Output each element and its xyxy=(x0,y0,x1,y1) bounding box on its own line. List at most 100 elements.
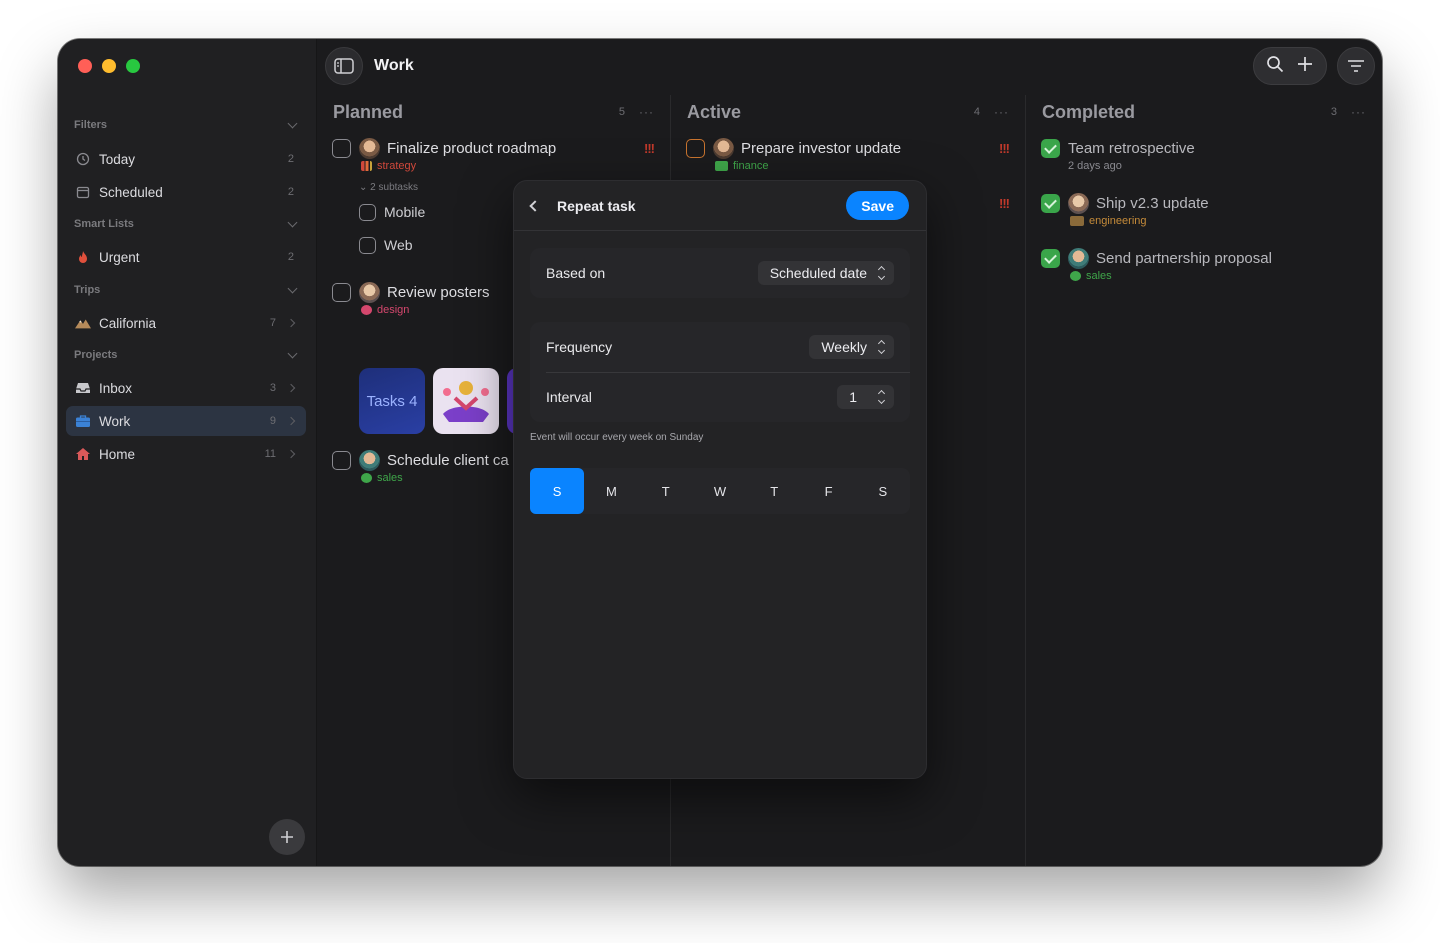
weekday-button[interactable]: M xyxy=(584,468,638,514)
chevron-down-icon xyxy=(287,217,298,227)
avatar xyxy=(359,137,380,159)
sidebar-item-label: Work xyxy=(99,413,131,429)
sidebar-item-count: 2 xyxy=(287,186,294,198)
repeat-task-dialog: Repeat task Save Based on Scheduled date… xyxy=(513,180,927,779)
sidebar-item-today[interactable]: Today 2 xyxy=(66,144,306,174)
laptop-icon xyxy=(1070,216,1084,226)
section-projects[interactable]: Projects xyxy=(74,345,302,365)
back-chevron-icon[interactable] xyxy=(529,199,541,212)
column-count: 4 xyxy=(973,106,980,118)
task-title: Send partnership proposal xyxy=(1096,249,1272,267)
task-checkbox[interactable] xyxy=(332,282,351,302)
sidebar-item-label: Home xyxy=(99,446,136,462)
attachment-image[interactable] xyxy=(433,368,499,434)
task-checkbox[interactable] xyxy=(686,138,705,158)
weekday-button[interactable]: T xyxy=(747,468,801,514)
sidebar-item-california[interactable]: California 7 xyxy=(66,308,306,338)
sidebar-item-count: 7 xyxy=(269,317,276,329)
column-completed: Completed 3 ··· Team retrospective 2 day… xyxy=(1027,95,1382,866)
sidebar-item-count: 11 xyxy=(264,448,276,460)
poster-illustration xyxy=(443,381,489,422)
avatar xyxy=(359,281,380,303)
filter-button[interactable] xyxy=(1337,47,1375,85)
task-card[interactable]: Ship v2.3 update engineering xyxy=(1041,192,1368,227)
dialog-header: Repeat task Save xyxy=(514,181,926,231)
save-button[interactable]: Save xyxy=(846,191,909,220)
more-options-icon[interactable]: ··· xyxy=(639,105,654,119)
attachment-thumbnails: Tasks 4 xyxy=(359,368,519,434)
sidebar-item-count: 2 xyxy=(287,251,294,263)
avatar xyxy=(359,449,380,471)
based-on-value: Scheduled date xyxy=(769,265,867,281)
sidebar-item-urgent[interactable]: Urgent 2 xyxy=(66,242,306,272)
task-checkbox-checked[interactable] xyxy=(1041,248,1060,268)
task-card[interactable]: Prepare investor update !!! finance xyxy=(686,137,1011,172)
frequency-value: Weekly xyxy=(821,339,867,355)
section-smart-lists[interactable]: Smart Lists xyxy=(74,214,302,234)
divider xyxy=(546,372,910,373)
task-meta: 2 days ago xyxy=(1068,160,1368,172)
subtask-checkbox[interactable] xyxy=(359,203,376,221)
search-button[interactable] xyxy=(1266,55,1284,78)
frequency-select[interactable]: Weekly xyxy=(809,335,894,359)
palette-icon xyxy=(361,305,372,315)
window-controls xyxy=(78,59,140,73)
weekday-button[interactable]: F xyxy=(801,468,855,514)
sidebar-item-label: California xyxy=(99,315,157,331)
sidebar-item-scheduled[interactable]: Scheduled 2 xyxy=(66,177,306,207)
attachment-image[interactable]: Tasks 4 xyxy=(359,368,425,434)
task-title: Team retrospective xyxy=(1068,139,1195,157)
sidebar-item-home[interactable]: Home 11 xyxy=(66,439,306,469)
sidebar-item-label: Inbox xyxy=(99,380,133,396)
search-icon xyxy=(1267,55,1284,72)
sidebar: Filters Today 2 Scheduled 2 Smart Lists xyxy=(58,39,317,866)
task-checkbox-checked[interactable] xyxy=(1041,193,1060,213)
section-filters[interactable]: Filters xyxy=(74,115,302,135)
tag-label: design xyxy=(377,304,410,316)
more-options-icon[interactable]: ··· xyxy=(994,105,1009,119)
weekday-button[interactable]: S xyxy=(530,468,585,514)
frequency-row: Frequency Weekly xyxy=(530,334,910,360)
close-window-button[interactable] xyxy=(78,59,92,73)
based-on-select[interactable]: Scheduled date xyxy=(757,261,894,285)
up-down-chevron-icon xyxy=(877,265,886,281)
task-checkbox[interactable] xyxy=(332,138,351,158)
zoom-window-button[interactable] xyxy=(126,59,140,73)
column-count: 3 xyxy=(1330,106,1337,118)
column-title: Planned xyxy=(333,101,404,122)
house-icon xyxy=(75,446,91,462)
weekday-button[interactable]: S xyxy=(856,468,910,514)
task-card[interactable]: Send partnership proposal sales xyxy=(1041,247,1368,282)
subtask-title: Mobile xyxy=(384,204,426,220)
section-title: Smart Lists xyxy=(74,218,134,230)
calendar-icon xyxy=(75,184,91,200)
column-title: Completed xyxy=(1042,101,1136,122)
add-task-button[interactable] xyxy=(1296,55,1314,78)
sidebar-item-work[interactable]: Work 9 xyxy=(66,406,306,436)
section-trips[interactable]: Trips xyxy=(74,280,302,300)
weekday-button[interactable]: T xyxy=(639,468,693,514)
task-checkbox[interactable] xyxy=(332,450,351,470)
task-card[interactable]: Team retrospective 2 days ago xyxy=(1041,137,1368,172)
subtask-checkbox[interactable] xyxy=(359,236,376,254)
add-list-button[interactable] xyxy=(269,819,305,855)
clock-icon xyxy=(75,151,91,167)
more-options-icon[interactable]: ··· xyxy=(1351,105,1366,119)
column-header: Planned 5 ··· xyxy=(333,101,654,123)
tag-label: finance xyxy=(733,160,769,172)
toolbar-actions xyxy=(1253,47,1327,85)
weekday-button[interactable]: W xyxy=(693,468,747,514)
minimize-window-button[interactable] xyxy=(102,59,116,73)
interval-stepper[interactable]: 1 xyxy=(837,385,894,409)
sidebar-item-label: Urgent xyxy=(99,249,140,265)
sidebar-item-inbox[interactable]: Inbox 3 xyxy=(66,373,306,403)
up-down-chevron-icon xyxy=(877,339,886,355)
plus-icon xyxy=(1298,56,1312,71)
dollar-icon xyxy=(361,473,372,483)
sidebar-toggle-button[interactable] xyxy=(325,47,363,85)
task-title: Prepare investor update xyxy=(741,139,902,157)
priority-indicator: !!! xyxy=(644,140,655,156)
task-checkbox-checked[interactable] xyxy=(1041,138,1060,158)
sidebar-icon xyxy=(334,58,354,74)
up-down-chevron-icon xyxy=(877,389,886,405)
